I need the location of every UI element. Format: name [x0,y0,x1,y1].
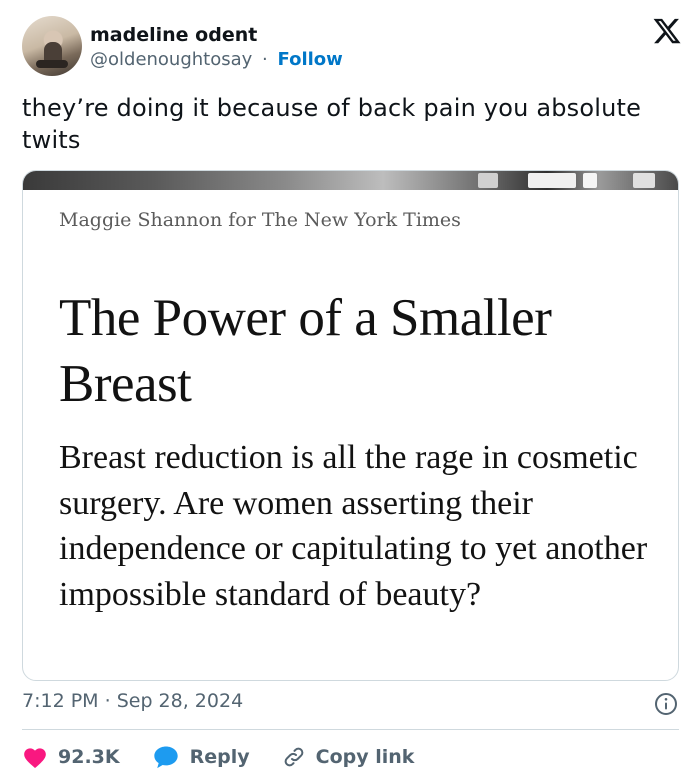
x-logo-icon[interactable] [652,16,682,46]
photo-detail [583,173,597,188]
handle-separator: · [262,49,268,70]
heart-icon [24,748,46,769]
avatar-figure-legs [36,60,68,68]
photo-detail [633,173,655,188]
info-icon[interactable] [654,692,678,716]
copy-link-button[interactable]: Copy link [282,745,415,769]
avatar[interactable] [22,16,82,76]
tweet-timestamp[interactable]: 7:12 PM · Sep 28, 2024 [22,690,243,712]
timestamp-separator: · [104,690,111,712]
article-headline: The Power of a Smaller Breast [59,289,552,413]
link-icon [284,747,303,767]
tweet-actions: 92.3K Reply Copy link [22,740,446,774]
article-photo-strip [23,171,678,190]
article-dek: Breast reduction is all the rage in cosm… [59,439,648,613]
speech-bubble-icon [153,746,178,769]
likes-count: 92.3K [58,746,120,768]
like-button[interactable]: 92.3K [22,745,120,769]
photo-detail [478,173,498,188]
author-handle[interactable]: @oldenoughtosay [90,49,252,70]
author-name[interactable]: madeline odent [90,24,257,46]
photo-credit: Maggie Shannon for The New York Times [59,209,461,231]
follow-button[interactable]: Follow [278,49,343,70]
tweet-time: 7:12 PM [22,690,99,712]
author-handle-row: @oldenoughtosay · Follow [90,49,343,70]
reply-label: Reply [189,746,250,768]
copy-link-label: Copy link [315,746,415,768]
tweet-header: madeline odent @oldenoughtosay · Follow [22,16,682,78]
photo-detail [528,173,576,188]
tweet-text: they’re doing it because of back pain yo… [22,94,642,154]
tweet-date: Sep 28, 2024 [116,690,244,712]
reply-button[interactable]: Reply [152,744,250,770]
divider [22,729,679,730]
article-image-card[interactable]: Maggie Shannon for The New York Times Th… [22,170,679,681]
